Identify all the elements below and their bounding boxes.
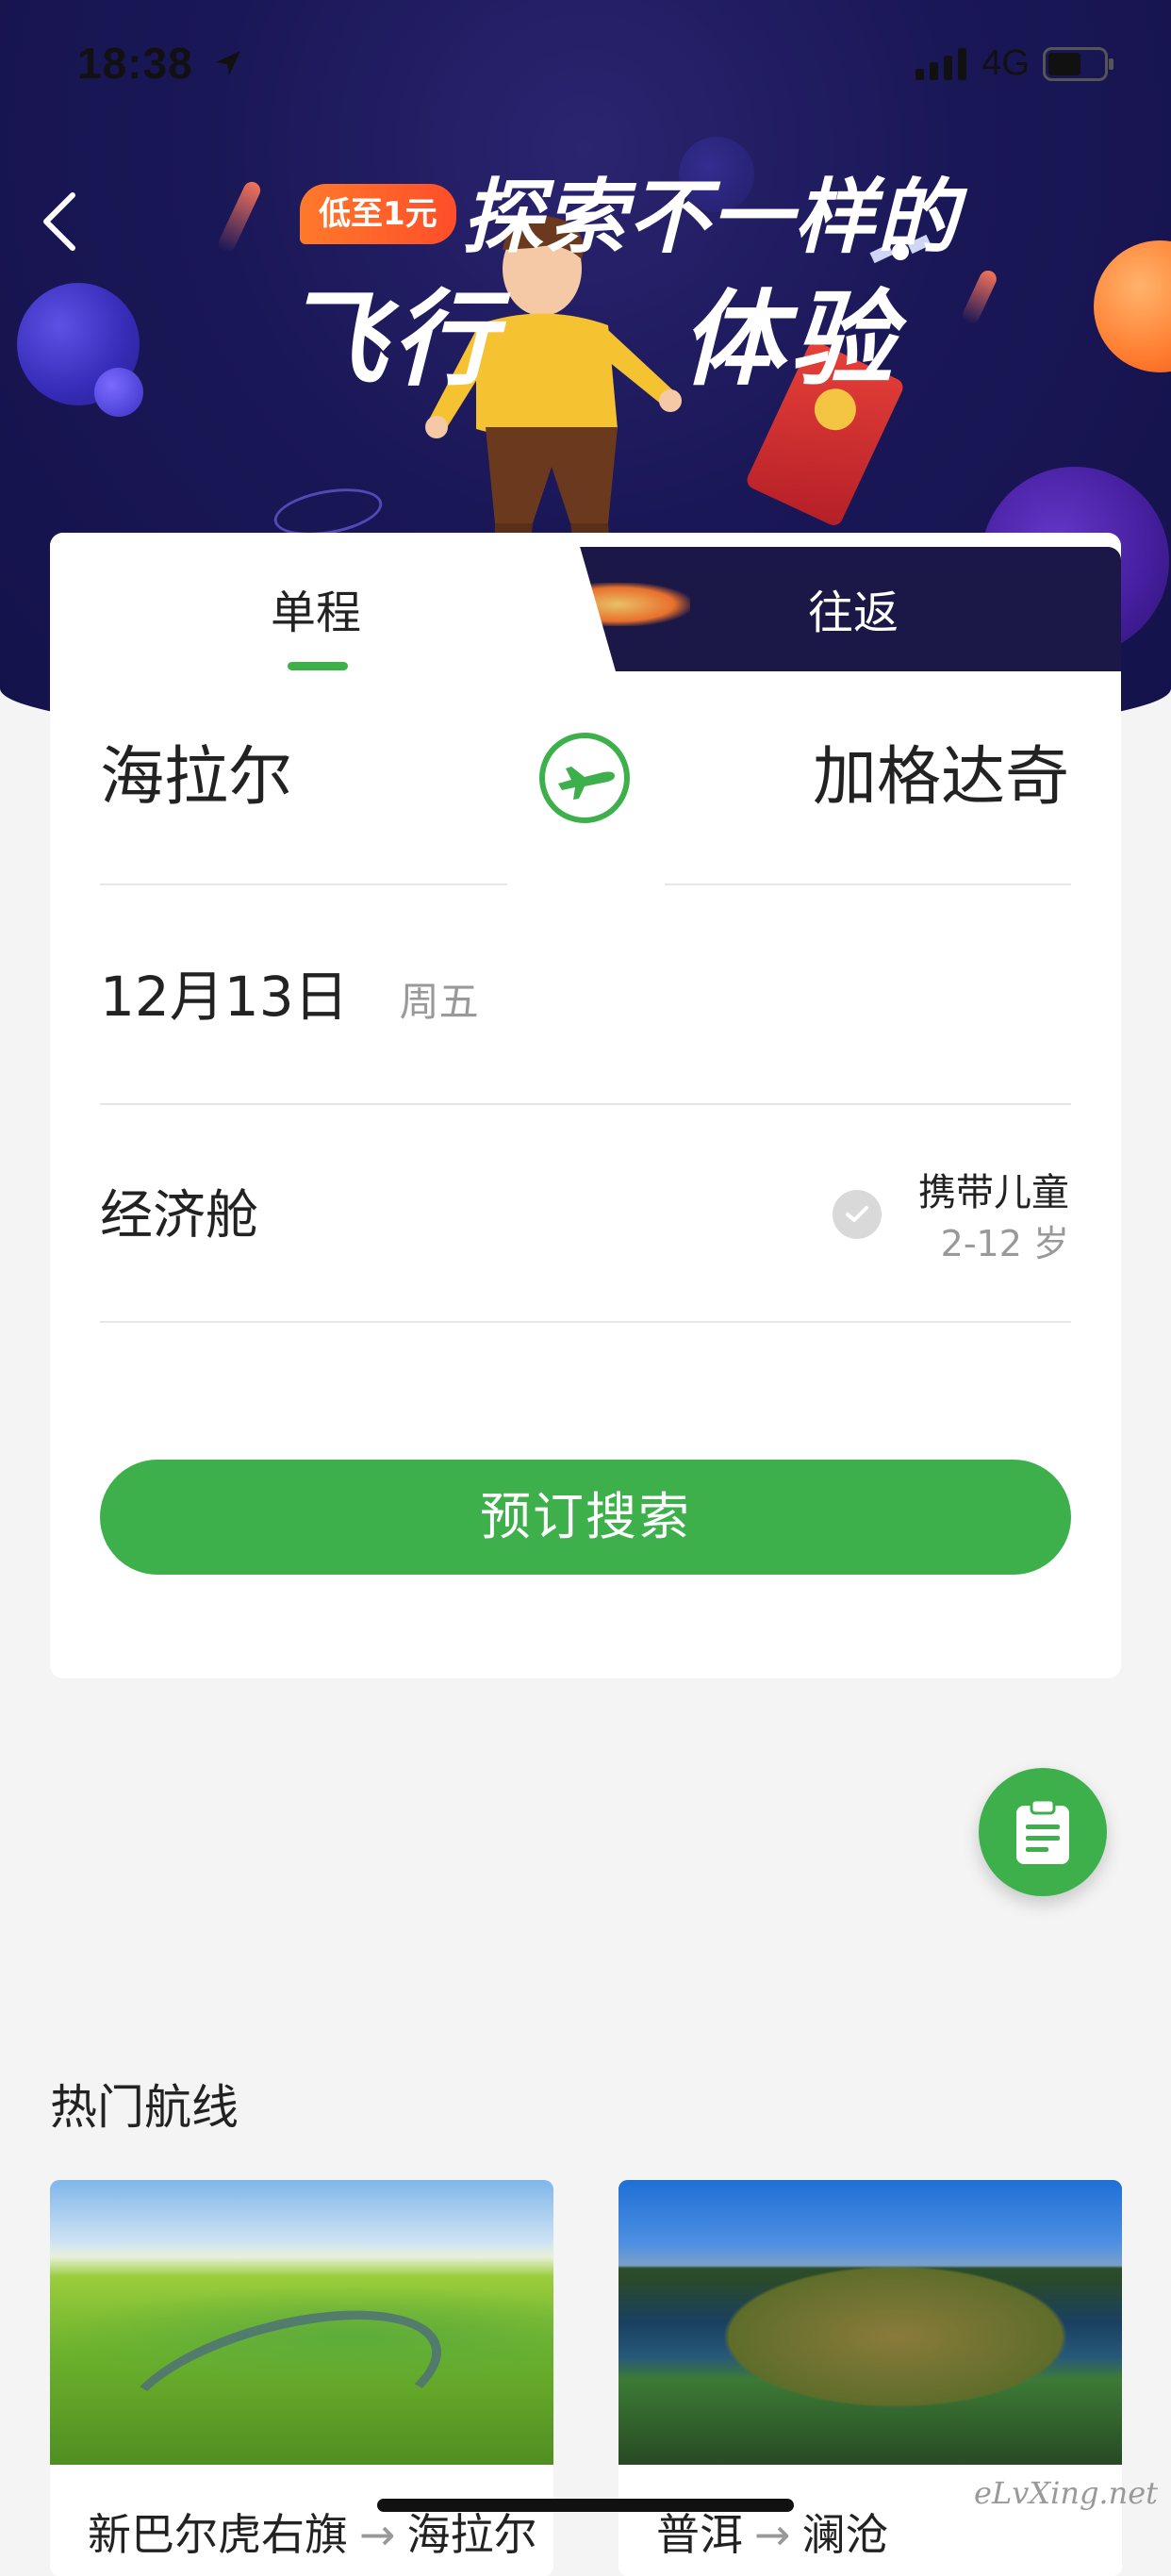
battery-icon — [1043, 46, 1113, 81]
route-to: 海拉尔 — [406, 2509, 537, 2560]
rocket-flame-decoration — [586, 583, 690, 626]
location-arrow-icon — [216, 51, 240, 75]
divider — [100, 883, 507, 885]
hot-route-card[interactable]: 普洱 → 澜沧 — [618, 2180, 1122, 2576]
route-arrow: → — [754, 2509, 791, 2560]
hot-route-card[interactable]: 新巴尔虎右旗 → 海拉尔 — [50, 2180, 553, 2576]
meteor-decoration — [215, 178, 264, 256]
with-children-checkbox[interactable] — [833, 1190, 882, 1239]
cabin-class-selector[interactable]: 经济舱 — [100, 1174, 258, 1259]
children-age-range: 2-12 岁 — [940, 1223, 1069, 1264]
check-icon — [846, 1206, 868, 1222]
status-indicators: 4G — [915, 43, 1114, 84]
meteor-decoration — [960, 268, 999, 326]
route-photo — [50, 2180, 553, 2465]
signal-icon — [915, 47, 967, 80]
planet-decoration — [1094, 240, 1171, 372]
route-arrow: → — [359, 2509, 396, 2560]
date-picker[interactable]: 12月13日 周五 — [100, 952, 479, 1037]
watermark: eLvXing.net — [974, 2475, 1158, 2511]
banner-title-line2-right: 体验 — [681, 279, 899, 400]
departure-date: 12月13日 — [100, 965, 349, 1029]
search-button[interactable]: 预订搜索 — [100, 1460, 1071, 1575]
departure-city[interactable]: 海拉尔 — [100, 731, 292, 825]
planet-decoration — [94, 368, 143, 417]
banner-title-line1: 探索不一样的 — [462, 171, 960, 265]
route-from: 普洱 — [656, 2509, 743, 2560]
network-type: 4G — [981, 43, 1030, 83]
active-tab-indicator — [288, 662, 348, 670]
departure-weekday: 周五 — [399, 979, 479, 1025]
arrival-city[interactable]: 加格达奇 — [813, 731, 1069, 825]
banner-title-line2-left: 飞行 — [283, 279, 502, 400]
promo-badge: 低至1元 — [300, 184, 456, 244]
chevron-left-icon — [43, 192, 75, 251]
route-from: 新巴尔虎右旗 — [88, 2509, 348, 2560]
home-indicator[interactable] — [377, 2499, 794, 2512]
status-time: 18:38 — [77, 39, 193, 88]
banner-title-line2: 飞行 体验 — [283, 255, 899, 405]
back-button[interactable] — [36, 189, 83, 255]
with-children-label: 携带儿童 — [918, 1171, 1069, 1214]
route-to: 澜沧 — [801, 2509, 889, 2560]
divider — [665, 883, 1071, 885]
clipboard-icon — [1016, 1798, 1069, 1864]
divider — [100, 1321, 1071, 1323]
airplane-swap-icon[interactable] — [537, 731, 632, 825]
orders-fab-button[interactable] — [979, 1768, 1107, 1896]
tab-one-way[interactable]: 单程 — [189, 575, 443, 651]
route-photo — [618, 2180, 1122, 2465]
tab-round-trip[interactable]: 往返 — [726, 575, 981, 651]
divider — [100, 1103, 1071, 1105]
hot-routes-title: 热门航线 — [50, 2080, 239, 2135]
